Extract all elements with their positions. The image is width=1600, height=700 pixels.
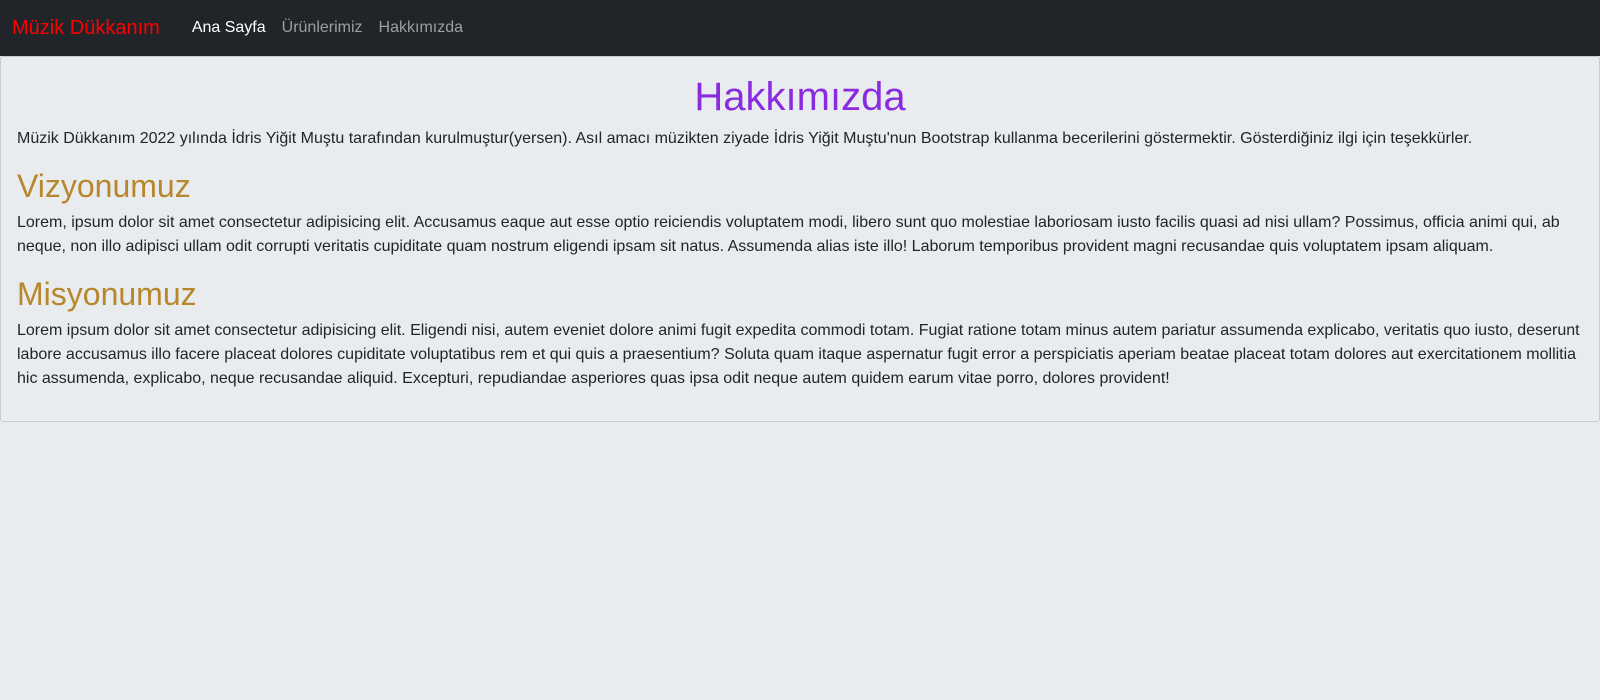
- vision-heading: Vizyonumuz: [17, 168, 191, 204]
- vision-text: Lorem, ipsum dolor sit amet consectetur …: [17, 214, 1560, 255]
- intro-text: Müzik Dükkanım 2022 yılında İdris Yiğit …: [17, 130, 1473, 147]
- about-card: Hakkımızda Müzik Dükkanım 2022 yılında İ…: [0, 56, 1600, 422]
- page-title: Hakkımızda: [694, 75, 906, 119]
- mission-text: Lorem ipsum dolor sit amet consectetur a…: [17, 322, 1580, 387]
- nav-link-hakkimizda[interactable]: Hakkımızda: [371, 19, 471, 37]
- navbar: Müzik Dükkanım Ana Sayfa Ürünlerimiz Hak…: [0, 0, 1600, 56]
- nav-link-urunlerimiz[interactable]: Ürünlerimiz: [274, 19, 371, 37]
- brand-link[interactable]: Müzik Dükkanım: [12, 17, 160, 40]
- nav-links: Ana Sayfa Ürünlerimiz Hakkımızda: [184, 19, 471, 37]
- mission-heading: Misyonumuz: [17, 276, 197, 312]
- nav-link-ana-sayfa[interactable]: Ana Sayfa: [184, 19, 274, 37]
